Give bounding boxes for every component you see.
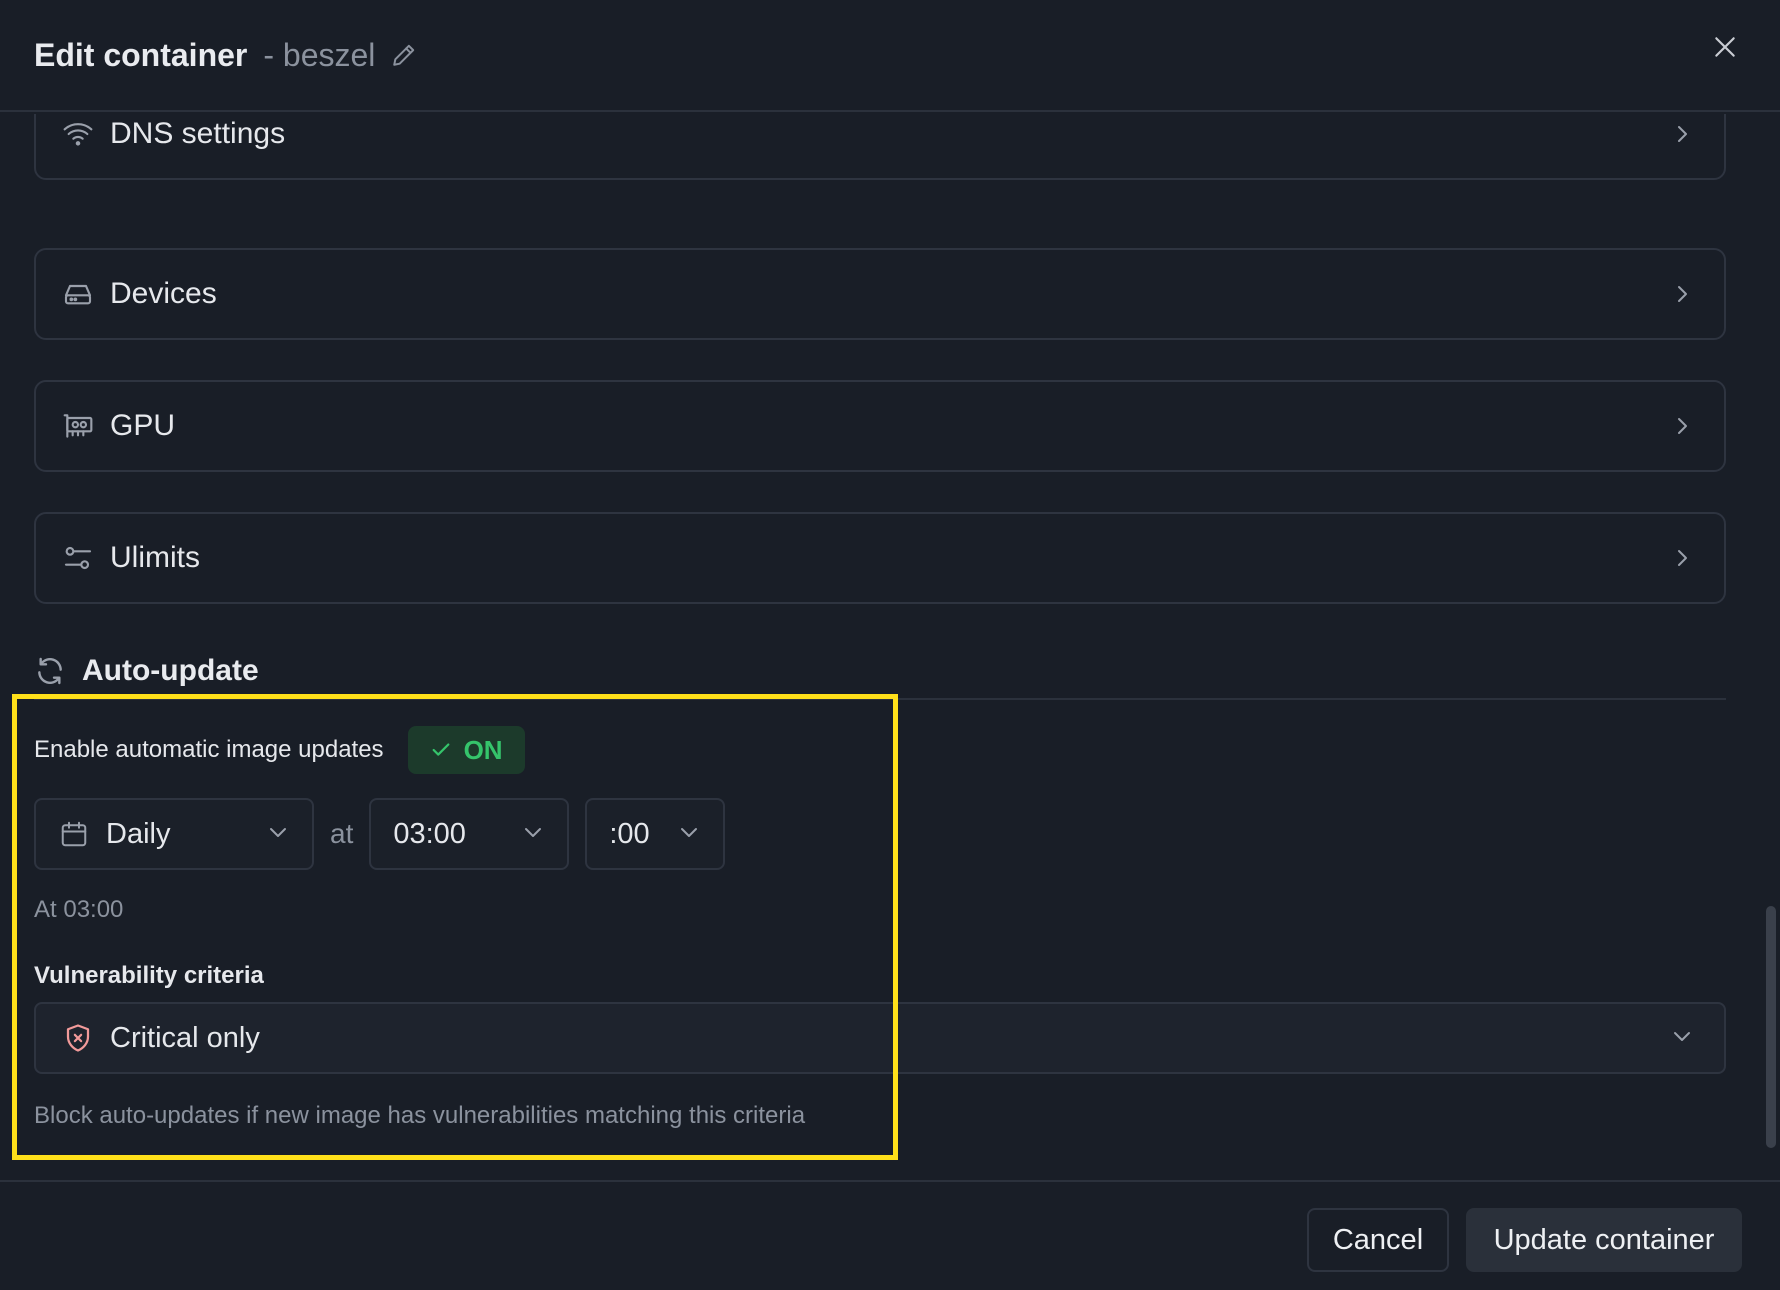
minute-value: :00 (609, 817, 650, 850)
pencil-icon[interactable] (391, 42, 417, 68)
auto-update-title: Auto-update (82, 654, 259, 687)
schedule-summary: At 03:00 (34, 896, 124, 923)
check-icon (432, 743, 449, 756)
at-label: at (330, 818, 354, 849)
schedule-row: Daily at 03:00 :00 (34, 798, 726, 870)
container-name: - beszel (263, 36, 376, 73)
calendar-icon (58, 818, 90, 850)
dialog-title: Edit container (34, 36, 248, 73)
chevron-right-icon (1670, 282, 1694, 306)
hour-value: 03:00 (393, 817, 466, 850)
enable-auto-update-label: Enable automatic image updates (34, 736, 384, 763)
scrollbar-thumb[interactable] (1766, 906, 1776, 1148)
sliders-icon (62, 542, 94, 574)
vulnerability-criteria-help: Block auto-updates if new image has vuln… (34, 1102, 806, 1129)
edit-container-dialog: Edit container - beszel DNS settings Dev… (0, 0, 1780, 1290)
dialog-body[interactable]: DNS settings Devices GPU Ulimits Auto-up… (0, 114, 1780, 1180)
auto-update-header: Auto-update (34, 644, 1726, 700)
section-label: Ulimits (110, 541, 200, 574)
section-gpu[interactable]: GPU (34, 380, 1726, 472)
vulnerability-criteria-value: Critical only (110, 1021, 260, 1054)
chevron-right-icon (1670, 414, 1694, 438)
toggle-label: ON (463, 734, 503, 765)
chevron-down-icon (1670, 1024, 1694, 1053)
chevron-right-icon (1670, 546, 1694, 570)
hard-drive-icon (62, 278, 94, 310)
update-container-button[interactable]: Update container (1466, 1208, 1742, 1272)
chevron-down-icon (677, 820, 701, 849)
vulnerability-criteria-label: Vulnerability criteria (34, 962, 264, 989)
auto-update-toggle[interactable]: ON (407, 726, 525, 774)
shield-x-icon (62, 1022, 94, 1054)
section-devices[interactable]: Devices (34, 248, 1726, 340)
section-label: GPU (110, 409, 176, 442)
chevron-right-icon (1670, 122, 1694, 146)
section-ulimits[interactable]: Ulimits (34, 512, 1726, 604)
vulnerability-criteria-select[interactable]: Critical only (34, 1002, 1726, 1074)
frequency-select[interactable]: Daily (34, 798, 314, 870)
minute-select[interactable]: :00 (585, 798, 726, 870)
section-label: DNS settings (110, 117, 286, 150)
gpu-icon (62, 410, 94, 442)
dialog-footer: Cancel Update container (0, 1180, 1780, 1290)
wifi-icon (62, 118, 94, 150)
frequency-value: Daily (106, 817, 171, 850)
section-dns-settings[interactable]: DNS settings (34, 114, 1726, 180)
close-icon[interactable] (1710, 32, 1740, 62)
cancel-button[interactable]: Cancel (1307, 1208, 1449, 1272)
refresh-icon (34, 655, 66, 687)
chevron-down-icon (266, 820, 290, 849)
dialog-header: Edit container - beszel (0, 0, 1780, 112)
section-label: Devices (110, 277, 217, 310)
hour-select[interactable]: 03:00 (369, 798, 570, 870)
enable-auto-update-row: Enable automatic image updates ON (34, 726, 525, 774)
chevron-down-icon (521, 820, 545, 849)
